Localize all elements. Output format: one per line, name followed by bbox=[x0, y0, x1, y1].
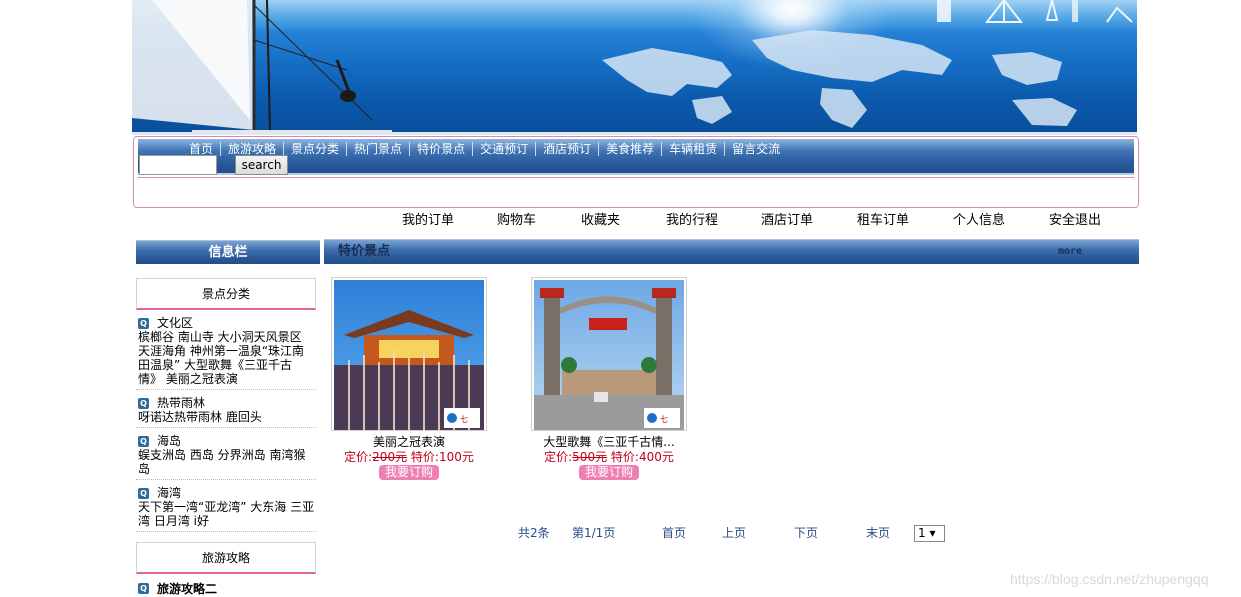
first-page-link[interactable]: 首页 bbox=[662, 525, 686, 541]
banner-bottom-line bbox=[132, 132, 1137, 135]
header-banner bbox=[132, 0, 1137, 135]
product-name[interactable]: 大型歌舞《三亚千古情... bbox=[531, 435, 687, 449]
q-icon: Q bbox=[138, 397, 149, 409]
banner-illustration bbox=[132, 0, 1133, 134]
nav-car-rental[interactable]: 车辆租赁 bbox=[661, 142, 724, 156]
q-icon: Q bbox=[138, 317, 149, 329]
category-items[interactable]: 槟榔谷 南山寺 大小洞天风景区 天涯海角 神州第一温泉“珠江南田温泉” 大型歌舞… bbox=[136, 330, 316, 386]
prev-page-link[interactable]: 上页 bbox=[722, 525, 746, 541]
gate-picture: 七 bbox=[534, 280, 684, 430]
main-nav-bar: 首页 旅游攻略 景点分类 热门景点 特价景点 交通预订 酒店预订 美食推荐 车辆… bbox=[138, 139, 1134, 175]
nav-blank-area bbox=[138, 177, 1134, 205]
link-logout[interactable]: 安全退出 bbox=[1049, 209, 1101, 228]
category-items[interactable]: 呀诺达热带雨林 鹿回头 bbox=[136, 410, 316, 424]
product-name[interactable]: 美丽之冠表演 bbox=[331, 435, 487, 449]
price-label: 定价: bbox=[544, 450, 573, 464]
original-price: 500元 bbox=[572, 450, 608, 464]
page-indicator: 第1/1页 bbox=[572, 526, 616, 540]
next-page-link[interactable]: 下页 bbox=[794, 525, 818, 541]
category-name[interactable]: 海湾 bbox=[157, 486, 181, 500]
category-items[interactable]: 蜈支洲岛 西岛 分界洲岛 南湾猴岛 bbox=[136, 448, 316, 476]
travel-guide-title: 旅游攻略 bbox=[136, 542, 316, 574]
nav-home[interactable]: 首页 bbox=[182, 142, 220, 156]
q-icon: Q bbox=[138, 435, 149, 447]
link-hotel-orders[interactable]: 酒店订单 bbox=[761, 209, 813, 228]
nav-attraction-categories[interactable]: 景点分类 bbox=[283, 142, 346, 156]
nav-transport-booking[interactable]: 交通预订 bbox=[472, 142, 535, 156]
pagination: 共2条 第1/1页 首页 上页 下页 末页 1 ▾ bbox=[0, 525, 1241, 543]
nav-container: 首页 旅游攻略 景点分类 热门景点 特价景点 交通预订 酒店预订 美食推荐 车辆… bbox=[133, 136, 1139, 208]
product-price-line: 定价:200元 特价:100元 bbox=[331, 449, 487, 465]
q-icon: Q bbox=[138, 583, 149, 594]
total-count: 共2条 bbox=[518, 526, 550, 540]
special-price: 100元 bbox=[438, 450, 474, 464]
special-price-label: 特价: bbox=[410, 450, 439, 464]
category-culture: Q 文化区 槟榔谷 南山寺 大小洞天风景区 天涯海角 神州第一温泉“珠江南田温泉… bbox=[136, 316, 316, 390]
guide-item: Q 旅游攻略二 bbox=[136, 580, 320, 597]
sidebar-header: 信息栏 bbox=[136, 240, 320, 264]
nav-hot-attractions[interactable]: 热门景点 bbox=[346, 142, 409, 156]
link-my-orders[interactable]: 我的订单 bbox=[402, 209, 454, 228]
original-price: 200元 bbox=[372, 450, 408, 464]
search-button[interactable]: search bbox=[235, 155, 288, 175]
category-name[interactable]: 热带雨林 bbox=[157, 396, 205, 410]
fountain-show-picture: 七 bbox=[334, 280, 484, 430]
category-items[interactable]: 天下第一湾“亚龙湾” 大东海 三亚湾 日月湾 i好 bbox=[136, 500, 316, 528]
more-link[interactable]: more bbox=[1058, 240, 1082, 264]
link-cart[interactable]: 购物车 bbox=[497, 209, 536, 228]
last-page-link[interactable]: 末页 bbox=[866, 525, 890, 541]
user-links: 我的订单 购物车 收藏夹 我的行程 酒店订单 租车订单 个人信息 安全退出 bbox=[380, 209, 1140, 228]
category-rainforest: Q 热带雨林 呀诺达热带雨林 鹿回头 bbox=[136, 396, 316, 428]
special-price: 400元 bbox=[638, 450, 674, 464]
nav-travel-guide[interactable]: 旅游攻略 bbox=[220, 142, 283, 156]
link-my-itinerary[interactable]: 我的行程 bbox=[666, 209, 718, 228]
product-card: 七 美丽之冠表演 定价:200元 特价:100元 我要订购 bbox=[331, 277, 487, 480]
link-profile[interactable]: 个人信息 bbox=[953, 209, 1005, 228]
attraction-category-title: 景点分类 bbox=[136, 278, 316, 310]
product-image[interactable]: 七 bbox=[531, 277, 687, 431]
special-offers-header: 特价景点 more bbox=[324, 239, 1139, 264]
link-car-orders[interactable]: 租车订单 bbox=[857, 209, 909, 228]
nav-hotel-booking[interactable]: 酒店预订 bbox=[535, 142, 598, 156]
page-select[interactable]: 1 ▾ bbox=[914, 525, 945, 542]
nav-special-offers[interactable]: 特价景点 bbox=[409, 142, 472, 156]
watermark: https://blog.csdn.net/zhupengqq bbox=[1010, 571, 1209, 587]
order-button[interactable]: 我要订购 bbox=[379, 465, 439, 480]
section-title: 特价景点 bbox=[338, 244, 391, 259]
category-islands: Q 海岛 蜈支洲岛 西岛 分界洲岛 南湾猴岛 bbox=[136, 434, 316, 480]
link-favorites[interactable]: 收藏夹 bbox=[581, 209, 620, 228]
nav-food-recommend[interactable]: 美食推荐 bbox=[598, 142, 661, 156]
svg-text:七: 七 bbox=[660, 415, 668, 424]
category-name[interactable]: 海岛 bbox=[157, 434, 181, 448]
guide-item-label[interactable]: 旅游攻略二 bbox=[157, 580, 217, 597]
nav-message-board[interactable]: 留言交流 bbox=[724, 142, 787, 156]
order-button[interactable]: 我要订购 bbox=[579, 465, 639, 480]
left-sidebar: 信息栏 景点分类 Q 文化区 槟榔谷 南山寺 大小洞天风景区 天涯海角 神州第一… bbox=[136, 240, 320, 597]
product-price-line: 定价:500元 特价:400元 bbox=[531, 449, 687, 465]
product-card: 七 大型歌舞《三亚千古情... 定价:500元 特价:400元 我要订购 bbox=[531, 277, 687, 480]
search-input[interactable] bbox=[139, 155, 217, 175]
svg-text:七: 七 bbox=[460, 415, 468, 424]
special-price-label: 特价: bbox=[610, 450, 639, 464]
category-name[interactable]: 文化区 bbox=[157, 316, 193, 330]
product-image[interactable]: 七 bbox=[331, 277, 487, 431]
q-icon: Q bbox=[138, 487, 149, 499]
price-label: 定价: bbox=[344, 450, 373, 464]
